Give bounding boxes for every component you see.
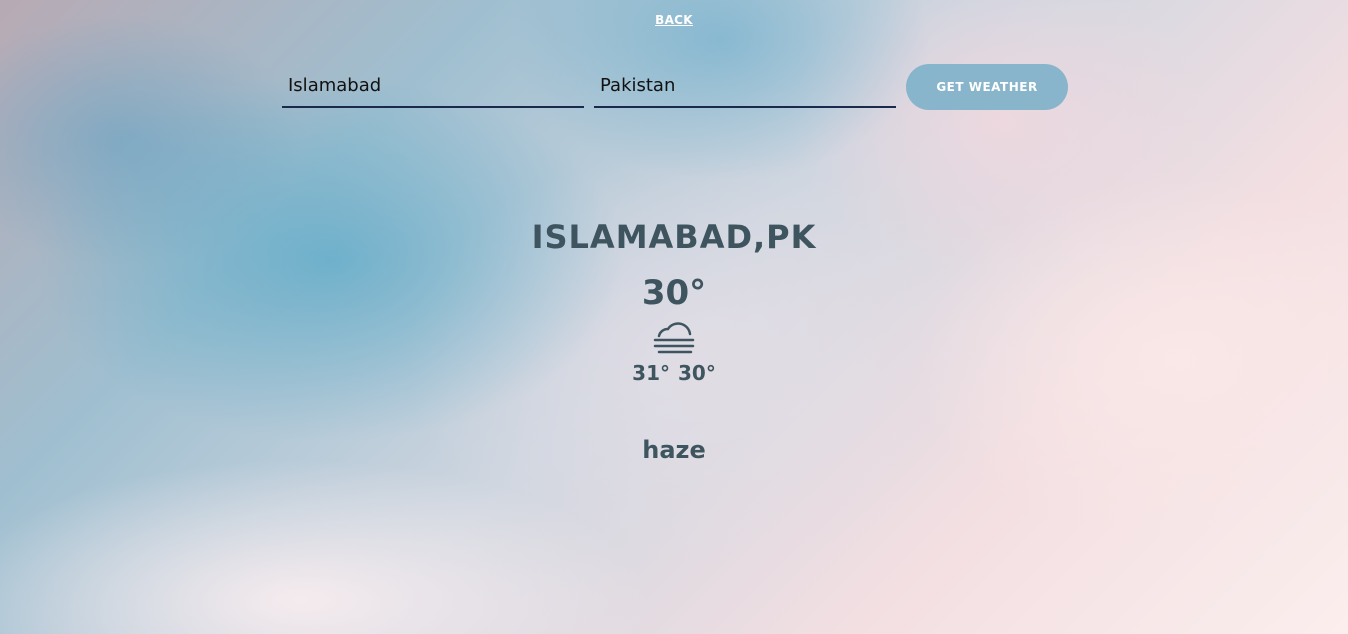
get-weather-button[interactable]: GET WEATHER [906, 64, 1068, 110]
weather-description: haze [642, 436, 706, 464]
max-temperature: 31° [632, 361, 670, 385]
min-temperature: 30° [678, 361, 716, 385]
country-input[interactable] [594, 64, 896, 108]
current-temperature: 30° [641, 273, 707, 313]
city-input[interactable] [282, 64, 584, 108]
weather-panel: ISLAMABAD,PK 30° 31° 30° haze [0, 212, 1348, 466]
back-link[interactable]: BACK [0, 13, 1348, 27]
search-form: GET WEATHER [282, 64, 1068, 112]
location-title: ISLAMABAD,PK [531, 218, 817, 256]
fog-icon [653, 322, 695, 354]
temperature-range: 31° 30° [0, 360, 1348, 386]
weather-icon-container [0, 320, 1348, 360]
